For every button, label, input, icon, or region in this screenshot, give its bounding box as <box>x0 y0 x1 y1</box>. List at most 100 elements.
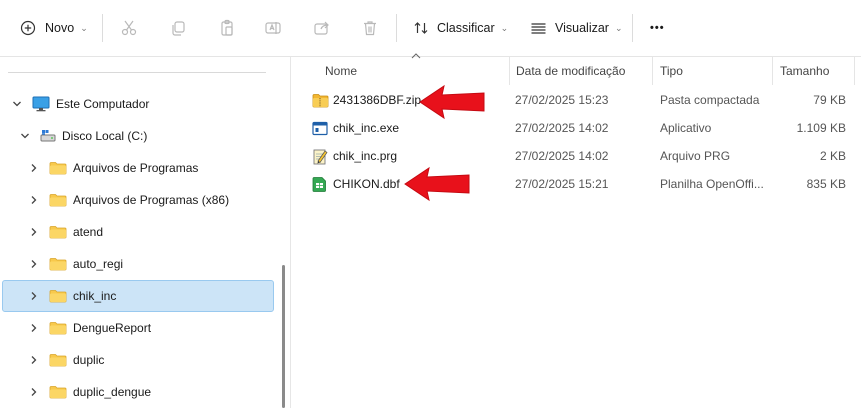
chevron-down-icon[interactable] <box>18 131 32 141</box>
new-button[interactable]: Novo ⌄ <box>20 0 88 56</box>
tree-item-folder[interactable]: Arquivos de Programas (x86) <box>27 184 229 216</box>
column-divider[interactable] <box>509 57 510 85</box>
column-divider[interactable] <box>772 57 773 85</box>
column-header-label: Tipo <box>660 64 683 78</box>
chevron-right-icon[interactable] <box>27 323 41 333</box>
toolbar-divider <box>396 14 397 42</box>
tree-item-label: atend <box>73 225 104 239</box>
spreadsheet-icon <box>312 170 327 198</box>
file-size: 1.109 KB <box>796 121 846 135</box>
delete-button[interactable] <box>361 0 379 56</box>
tree-item-folder[interactable]: Arquivos de Programas <box>27 152 198 184</box>
rename-button[interactable] <box>264 0 282 56</box>
copy-button[interactable] <box>169 0 187 56</box>
cut-button[interactable] <box>120 0 138 56</box>
share-button[interactable] <box>313 0 331 56</box>
rename-icon <box>264 19 282 37</box>
scissors-icon <box>120 19 138 37</box>
annotation-arrow <box>403 166 471 205</box>
tree-item-folder[interactable]: atend <box>27 216 103 248</box>
file-modified-date: 27/02/2025 15:21 <box>515 177 609 191</box>
sort-button-label: Classificar <box>437 21 495 35</box>
file-name: 2431386DBF.zip <box>333 93 422 107</box>
tree-item-label: Este Computador <box>56 97 150 111</box>
tree-item-this-pc[interactable]: Este Computador <box>10 88 149 120</box>
new-button-label: Novo <box>45 21 75 35</box>
file-size: 835 KB <box>806 177 846 191</box>
tree-item-label: auto_regi <box>73 257 124 271</box>
annotation-arrow <box>418 84 486 123</box>
computer-icon <box>32 96 50 112</box>
chevron-right-icon[interactable] <box>27 163 41 173</box>
view-lines-icon <box>530 20 547 36</box>
tree-item-label: chik_inc <box>73 289 117 303</box>
column-divider[interactable] <box>652 57 653 85</box>
tree-item-label: Arquivos de Programas (x86) <box>73 193 230 207</box>
chevron-right-icon[interactable] <box>27 195 41 205</box>
file-row[interactable]: 2431386DBF.zip 27/02/2025 15:23 Pasta comp… <box>291 86 861 114</box>
chevron-down-icon[interactable] <box>10 99 24 109</box>
tree-item-label: Disco Local (C:) <box>62 129 148 143</box>
tree-item-local-disk[interactable]: Disco Local (C:) <box>18 120 147 152</box>
column-header-size[interactable]: Tamanho <box>780 57 829 85</box>
tree-item-label: duplic_dengue <box>73 385 152 399</box>
tree-item-label: duplic <box>73 353 105 367</box>
sidebar-divider <box>8 72 266 73</box>
view-button-label: Visualizar <box>555 21 609 35</box>
file-modified-date: 27/02/2025 14:02 <box>515 121 609 135</box>
folder-icon <box>49 257 67 271</box>
file-name: CHIKON.dbf <box>333 177 400 191</box>
column-header-type[interactable]: Tipo <box>660 57 683 85</box>
chevron-right-icon[interactable] <box>27 387 41 397</box>
chevron-right-icon[interactable] <box>27 259 41 269</box>
file-list: Nome Data de modificação Tipo Tamanho 24… <box>291 53 861 408</box>
more-options-button[interactable]: ••• <box>650 0 665 56</box>
chevron-right-icon[interactable] <box>27 355 41 365</box>
exe-icon <box>312 114 328 142</box>
folder-icon <box>49 385 67 399</box>
chevron-right-icon[interactable] <box>27 227 41 237</box>
navigation-pane: Este Computador Disco Local (C:) Arquivo… <box>0 57 291 408</box>
paste-button[interactable] <box>218 0 236 56</box>
file-name: chik_inc.exe <box>333 121 400 135</box>
tree-item-folder[interactable]: chik_inc <box>27 280 116 312</box>
trash-icon <box>361 19 379 37</box>
share-icon <box>313 19 331 37</box>
sort-button[interactable]: Classificar ⌄ <box>413 0 508 56</box>
chevron-right-icon[interactable] <box>27 291 41 301</box>
chevron-down-icon: ⌄ <box>500 22 509 33</box>
column-header-name[interactable]: Nome <box>325 57 357 85</box>
column-header-label: Tamanho <box>780 64 830 78</box>
column-divider[interactable] <box>854 57 855 85</box>
file-modified-date: 27/02/2025 14:02 <box>515 149 609 163</box>
more-dots-icon: ••• <box>650 22 665 34</box>
tree-item-folder[interactable]: DengueReport <box>27 312 151 344</box>
folder-icon <box>49 161 67 175</box>
file-row[interactable]: chik_inc.exe 27/02/2025 14:02 Aplicativo 1.… <box>291 114 861 142</box>
zip-folder-icon <box>312 86 329 114</box>
file-type: Pasta compactada <box>660 93 760 107</box>
file-row[interactable]: chik_inc.prg 27/02/2025 14:02 Arquivo PRG 2… <box>291 142 861 170</box>
plus-circle-icon <box>20 20 36 36</box>
file-row[interactable]: CHIKON.dbf 27/02/2025 15:21 Planilha OpenO… <box>291 170 861 198</box>
folder-icon <box>49 225 67 239</box>
column-header-modified[interactable]: Data de modificação <box>516 57 625 85</box>
folder-icon <box>49 289 67 303</box>
file-type: Planilha OpenOffi... <box>660 177 764 191</box>
tree-item-label: Arquivos de Programas <box>73 161 199 175</box>
tree-item-folder[interactable]: auto_regi <box>27 248 123 280</box>
tree-item-folder[interactable]: duplic_dengue <box>27 376 151 408</box>
sidebar-scrollbar[interactable] <box>282 265 285 408</box>
folder-icon <box>49 193 67 207</box>
view-button[interactable]: Visualizar ⌄ <box>530 0 623 56</box>
drive-icon <box>40 129 56 143</box>
command-bar: Novo ⌄ Classificar ⌄ Visualizar ⌄ ••• <box>0 0 861 57</box>
column-header-label: Nome <box>325 64 358 78</box>
sort-ascending-icon <box>411 51 421 62</box>
tree-item-folder[interactable]: duplic <box>27 344 104 376</box>
file-name: chik_inc.prg <box>333 149 398 163</box>
toolbar-divider <box>102 14 103 42</box>
folder-icon <box>49 353 67 367</box>
chevron-down-icon: ⌄ <box>80 22 88 33</box>
chevron-down-icon: ⌄ <box>614 22 623 33</box>
